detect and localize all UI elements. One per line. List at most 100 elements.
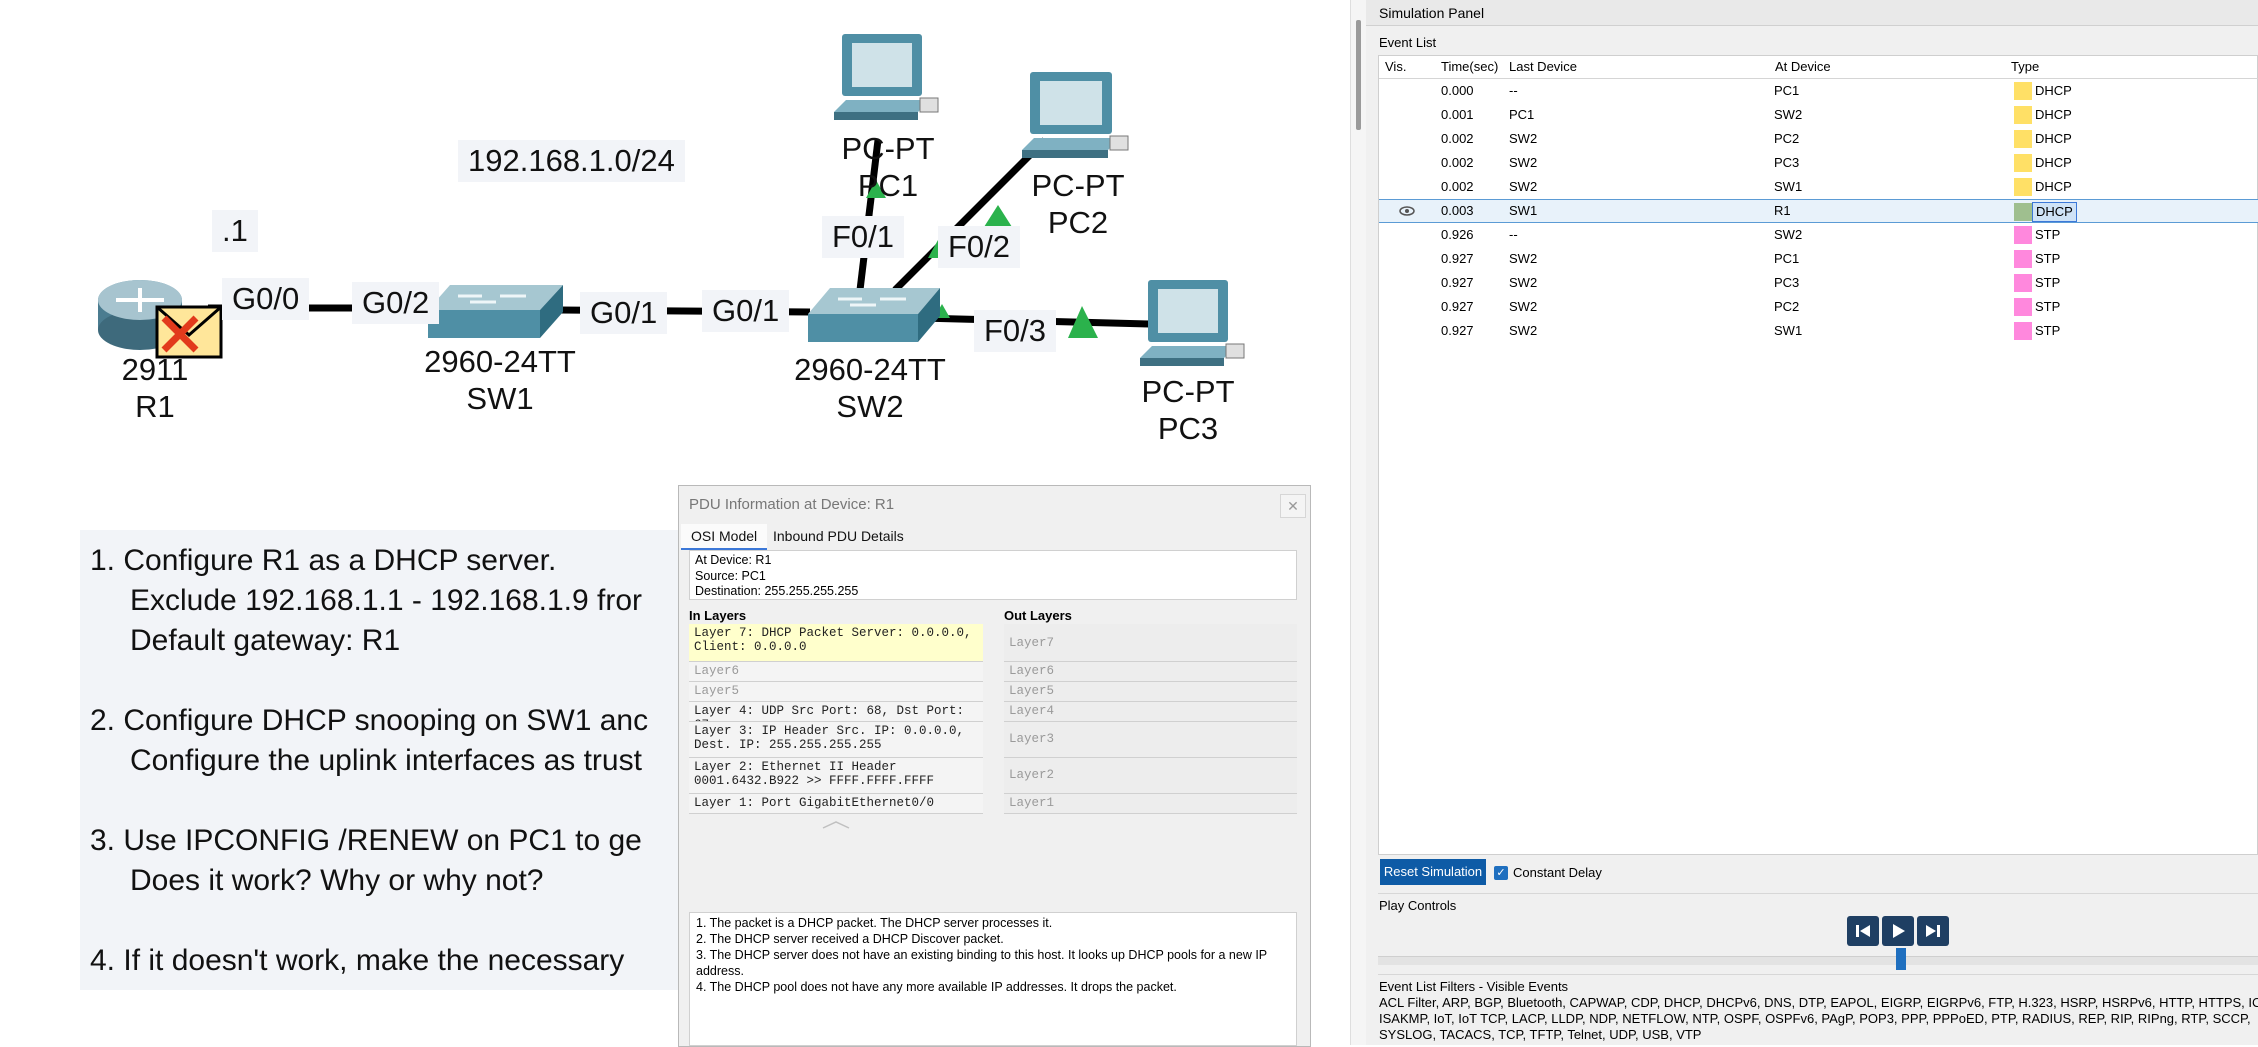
in-layer-2[interactable]: Layer 2: Ethernet II Header 0001.6432.B9…	[689, 758, 983, 794]
device-label-pc3[interactable]: PC-PT PC3	[1130, 373, 1246, 447]
event-row[interactable]: 0.000 -- PC1 DHCP	[1379, 79, 2258, 103]
port-label-sw1-g02: G0/2	[352, 282, 440, 324]
step-forward-button[interactable]	[1917, 916, 1949, 946]
device-model: PC-PT	[841, 131, 935, 166]
out-layers-header: Out Layers	[1004, 608, 1072, 623]
event-last-device: SW2	[1509, 323, 1538, 338]
tab-inbound-pdu-details[interactable]: Inbound PDU Details	[763, 524, 914, 548]
in-layer-1[interactable]: Layer 1: Port GigabitEthernet0/0	[689, 794, 983, 814]
port-label-sw1-g01: G0/1	[580, 292, 668, 334]
r1-ip-label: .1	[212, 210, 258, 252]
switch-icon[interactable]	[808, 288, 940, 342]
switch-icon[interactable]	[428, 285, 563, 338]
topology-workspace[interactable]: 192.168.1.0/24 .1 G0/0 G0/2 G0/1 G0/1 F0…	[0, 0, 1350, 480]
pdu-information-window[interactable]: PDU Information at Device: R1 ✕ OSI Mode…	[678, 485, 1311, 1047]
out-layer-3[interactable]: Layer3	[1004, 722, 1297, 758]
event-type-color-swatch	[2014, 226, 2032, 244]
event-list-table[interactable]: Vis. Time(sec) Last Device At Device Typ…	[1378, 55, 2258, 855]
event-filters-list[interactable]: SYSLOG, TACACS, TCP, TFTP, Telnet, UDP, …	[1379, 1027, 1701, 1043]
event-last-device: SW2	[1509, 179, 1538, 194]
event-row[interactable]: 0.927 SW2 PC2 STP	[1379, 295, 2258, 319]
device-label-r1[interactable]: 2911 R1	[114, 351, 196, 425]
device-label-pc1[interactable]: PC-PT PC1	[830, 130, 946, 204]
panel-splitter[interactable]	[1350, 0, 1367, 1045]
scrollbar-thumb[interactable]	[1356, 20, 1361, 130]
event-type: STP	[2035, 323, 2061, 338]
step-forward-icon	[1926, 925, 1940, 937]
column-time[interactable]: Time(sec)	[1441, 56, 1498, 78]
device-name: PC3	[1157, 411, 1219, 446]
event-last-device: PC1	[1509, 107, 1535, 122]
pc-icon[interactable]	[834, 34, 939, 120]
event-row[interactable]: 0.927 SW2 SW1 STP	[1379, 319, 2258, 343]
device-label-sw2[interactable]: 2960-24TT SW2	[790, 351, 950, 425]
device-model: 2911	[121, 352, 189, 387]
port-label-sw2-f01: F0/1	[822, 216, 905, 258]
destination-text: Destination: 255.255.255.255	[695, 584, 859, 598]
event-type: DHCP	[2035, 131, 2072, 146]
instruction-step-4: 4. If it doesn't work, make the necessar…	[90, 944, 625, 977]
column-last-device[interactable]: Last Device	[1509, 56, 1577, 78]
device-name: SW2	[836, 389, 904, 424]
event-row[interactable]: 0.927 SW2 PC1 STP	[1379, 247, 2258, 271]
speed-slider-track[interactable]	[1378, 956, 2258, 965]
close-button[interactable]: ✕	[1280, 494, 1306, 518]
device-label-sw1[interactable]: 2960-24TT SW1	[420, 343, 580, 417]
column-type[interactable]: Type	[2011, 56, 2039, 78]
event-filters-list[interactable]: ACL Filter, ARP, BGP, Bluetooth, CAPWAP,…	[1379, 995, 2258, 1011]
in-layer-4[interactable]: Layer 4: UDP Src Port: 68, Dst Port: 67	[689, 702, 983, 722]
instruction-step-3: 3. Use IPCONFIG /RENEW on PC1 to ge	[90, 824, 642, 857]
instructions-note[interactable]: 1. Configure R1 as a DHCP server. Exclud…	[80, 530, 680, 990]
event-time: 0.927	[1441, 251, 1474, 266]
event-type-color-swatch	[2014, 250, 2032, 268]
event-time: 0.000	[1441, 83, 1474, 98]
event-time: 0.003	[1441, 203, 1474, 218]
event-at-device: PC3	[1774, 155, 1800, 170]
in-layer-7[interactable]: Layer 7: DHCP Packet Server: 0.0.0.0, Cl…	[689, 624, 983, 662]
event-at-device: PC1	[1774, 251, 1800, 266]
out-layer-4[interactable]: Layer4	[1004, 702, 1297, 722]
in-layer-5[interactable]: Layer5	[689, 682, 983, 702]
event-at-device: SW2	[1774, 227, 1803, 242]
pc-icon[interactable]	[1140, 280, 1245, 366]
out-layer-2[interactable]: Layer2	[1004, 758, 1297, 794]
column-vis[interactable]: Vis.	[1385, 56, 1406, 78]
event-type-color-swatch	[2014, 82, 2032, 100]
event-type: DHCP	[2035, 83, 2072, 98]
visible-eye-icon[interactable]	[1399, 205, 1415, 219]
event-last-device: SW2	[1509, 299, 1538, 314]
play-button[interactable]	[1882, 916, 1914, 946]
event-row[interactable]: 0.926 -- SW2 STP	[1379, 223, 2258, 247]
pdu-envelope-icon[interactable]	[155, 305, 223, 359]
tab-osi-model[interactable]: OSI Model	[681, 524, 768, 550]
column-at-device[interactable]: At Device	[1775, 56, 1831, 78]
reset-simulation-button[interactable]: Reset Simulation	[1380, 859, 1486, 885]
device-label-pc2[interactable]: PC-PT PC2	[1020, 167, 1136, 241]
event-filters-list[interactable]: ISAKMP, IoT, IoT TCP, LACP, LLDP, NDP, N…	[1379, 1011, 2251, 1027]
port-label-sw2-f02: F0/2	[938, 226, 1021, 268]
description-line: 1. The packet is a DHCP packet. The DHCP…	[696, 916, 1053, 930]
event-row[interactable]: 0.002 SW2 PC2 DHCP	[1379, 127, 2258, 151]
out-layer-1[interactable]: Layer1	[1004, 794, 1297, 814]
device-model: PC-PT	[1031, 168, 1125, 203]
out-layer-7[interactable]: Layer7	[1004, 624, 1297, 662]
speed-slider-thumb[interactable]	[1896, 948, 1906, 970]
event-type-color-swatch	[2014, 178, 2032, 196]
out-layer-6[interactable]: Layer6	[1004, 662, 1297, 682]
splitter-handle[interactable]	[821, 816, 851, 829]
out-layer-5[interactable]: Layer5	[1004, 682, 1297, 702]
in-layer-6[interactable]: Layer6	[689, 662, 983, 682]
step-back-button[interactable]	[1847, 916, 1879, 946]
event-row[interactable]: 0.001 PC1 SW2 DHCP	[1379, 103, 2258, 127]
constant-delay-checkbox[interactable]: ✓	[1494, 866, 1508, 880]
event-time: 0.926	[1441, 227, 1474, 242]
step-back-icon	[1856, 925, 1870, 937]
pc-icon[interactable]	[1022, 72, 1129, 158]
event-row[interactable]: 0.002 SW2 PC3 DHCP	[1379, 151, 2258, 175]
in-layer-3[interactable]: Layer 3: IP Header Src. IP: 0.0.0.0, Des…	[689, 722, 983, 758]
event-last-device: SW2	[1509, 275, 1538, 290]
event-row[interactable]: 0.002 SW2 SW1 DHCP	[1379, 175, 2258, 199]
event-row[interactable]: 0.927 SW2 PC3 STP	[1379, 271, 2258, 295]
event-row[interactable]: 0.003 SW1 R1 DHCP	[1379, 199, 2258, 223]
event-type: STP	[2035, 275, 2061, 290]
